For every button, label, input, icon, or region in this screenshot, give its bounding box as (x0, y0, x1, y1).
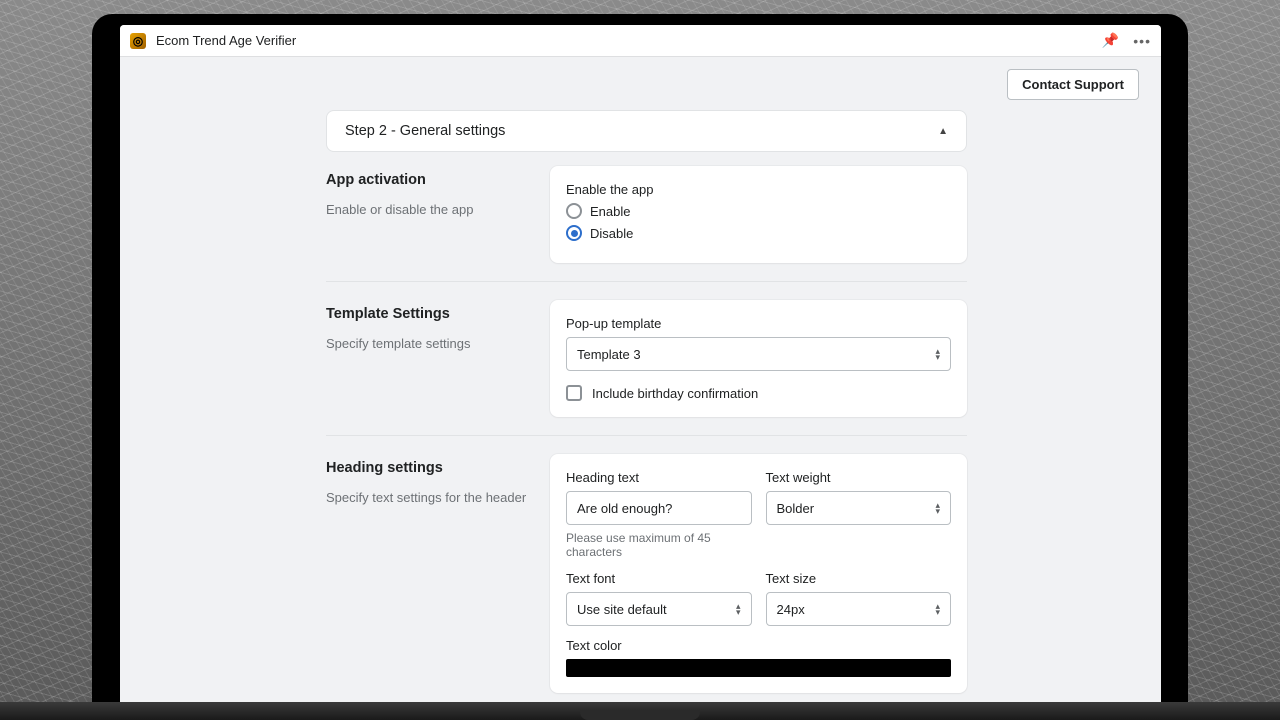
heading-text-hint: Please use maximum of 45 characters (566, 531, 752, 559)
activation-subtitle: Enable or disable the app (326, 202, 550, 217)
section-activation: App activation Enable or disable the app… (326, 166, 967, 282)
heading-size-value: 24px (777, 602, 805, 617)
checkbox-icon (566, 385, 582, 401)
popup-template-select[interactable]: Template 3 ▴▾ (566, 337, 951, 371)
heading-text-input[interactable]: Are old enough? (566, 491, 752, 525)
more-icon[interactable]: ••• (1133, 33, 1151, 49)
popup-template-value: Template 3 (577, 347, 641, 362)
popup-template-label: Pop-up template (566, 316, 951, 331)
heading-color-picker[interactable] (566, 659, 951, 677)
section-heading: Heading settings Specify text settings f… (326, 454, 967, 712)
content: Step 2 - General settings ▲ App activati… (120, 110, 1161, 720)
heading-color-label: Text color (566, 638, 951, 653)
heading-title: Heading settings (326, 460, 550, 476)
step-header[interactable]: Step 2 - General settings ▲ (326, 110, 967, 152)
heading-subtitle: Specify text settings for the header (326, 490, 550, 505)
radio-disable-label: Disable (590, 226, 633, 241)
heading-font-label: Text font (566, 571, 752, 586)
heading-text-label: Heading text (566, 470, 752, 485)
pin-icon[interactable]: 📌 (1102, 32, 1119, 49)
radio-enable-label: Enable (590, 204, 630, 219)
step-header-label: Step 2 - General settings (345, 123, 505, 139)
toolbar: Contact Support (120, 57, 1161, 110)
heading-weight-select[interactable]: Bolder ▴▾ (766, 491, 952, 525)
heading-text-value: Are old enough? (577, 501, 672, 516)
laptop-frame: ◎ Ecom Trend Age Verifier 📌 ••• Contact … (92, 14, 1188, 720)
laptop-base (0, 702, 1280, 720)
section-template: Template Settings Specify template setti… (326, 300, 967, 436)
caret-up-icon: ▲ (938, 126, 948, 137)
birthday-checkbox-row[interactable]: Include birthday confirmation (566, 385, 951, 401)
activation-title: App activation (326, 172, 550, 188)
radio-icon (566, 225, 582, 241)
app-screen: ◎ Ecom Trend Age Verifier 📌 ••• Contact … (120, 25, 1161, 720)
laptop-notch (580, 710, 700, 720)
enable-app-label: Enable the app (566, 182, 951, 197)
radio-icon (566, 203, 582, 219)
template-title: Template Settings (326, 306, 550, 322)
radio-enable[interactable]: Enable (566, 203, 951, 219)
app-title: Ecom Trend Age Verifier (156, 33, 296, 48)
radio-disable[interactable]: Disable (566, 225, 951, 241)
select-arrows-icon: ▴▾ (935, 603, 940, 615)
app-titlebar: ◎ Ecom Trend Age Verifier 📌 ••• (120, 25, 1161, 57)
app-icon: ◎ (130, 33, 146, 49)
select-arrows-icon: ▴▾ (736, 603, 741, 615)
select-arrows-icon: ▴▾ (935, 502, 940, 514)
heading-size-select[interactable]: 24px ▴▾ (766, 592, 952, 626)
heading-font-select[interactable]: Use site default ▴▾ (566, 592, 752, 626)
heading-weight-label: Text weight (766, 470, 952, 485)
birthday-checkbox-label: Include birthday confirmation (592, 386, 758, 401)
select-arrows-icon: ▴▾ (935, 348, 940, 360)
contact-support-button[interactable]: Contact Support (1007, 69, 1139, 100)
heading-font-value: Use site default (577, 602, 667, 617)
heading-size-label: Text size (766, 571, 952, 586)
heading-weight-value: Bolder (777, 501, 815, 516)
template-subtitle: Specify template settings (326, 336, 550, 351)
